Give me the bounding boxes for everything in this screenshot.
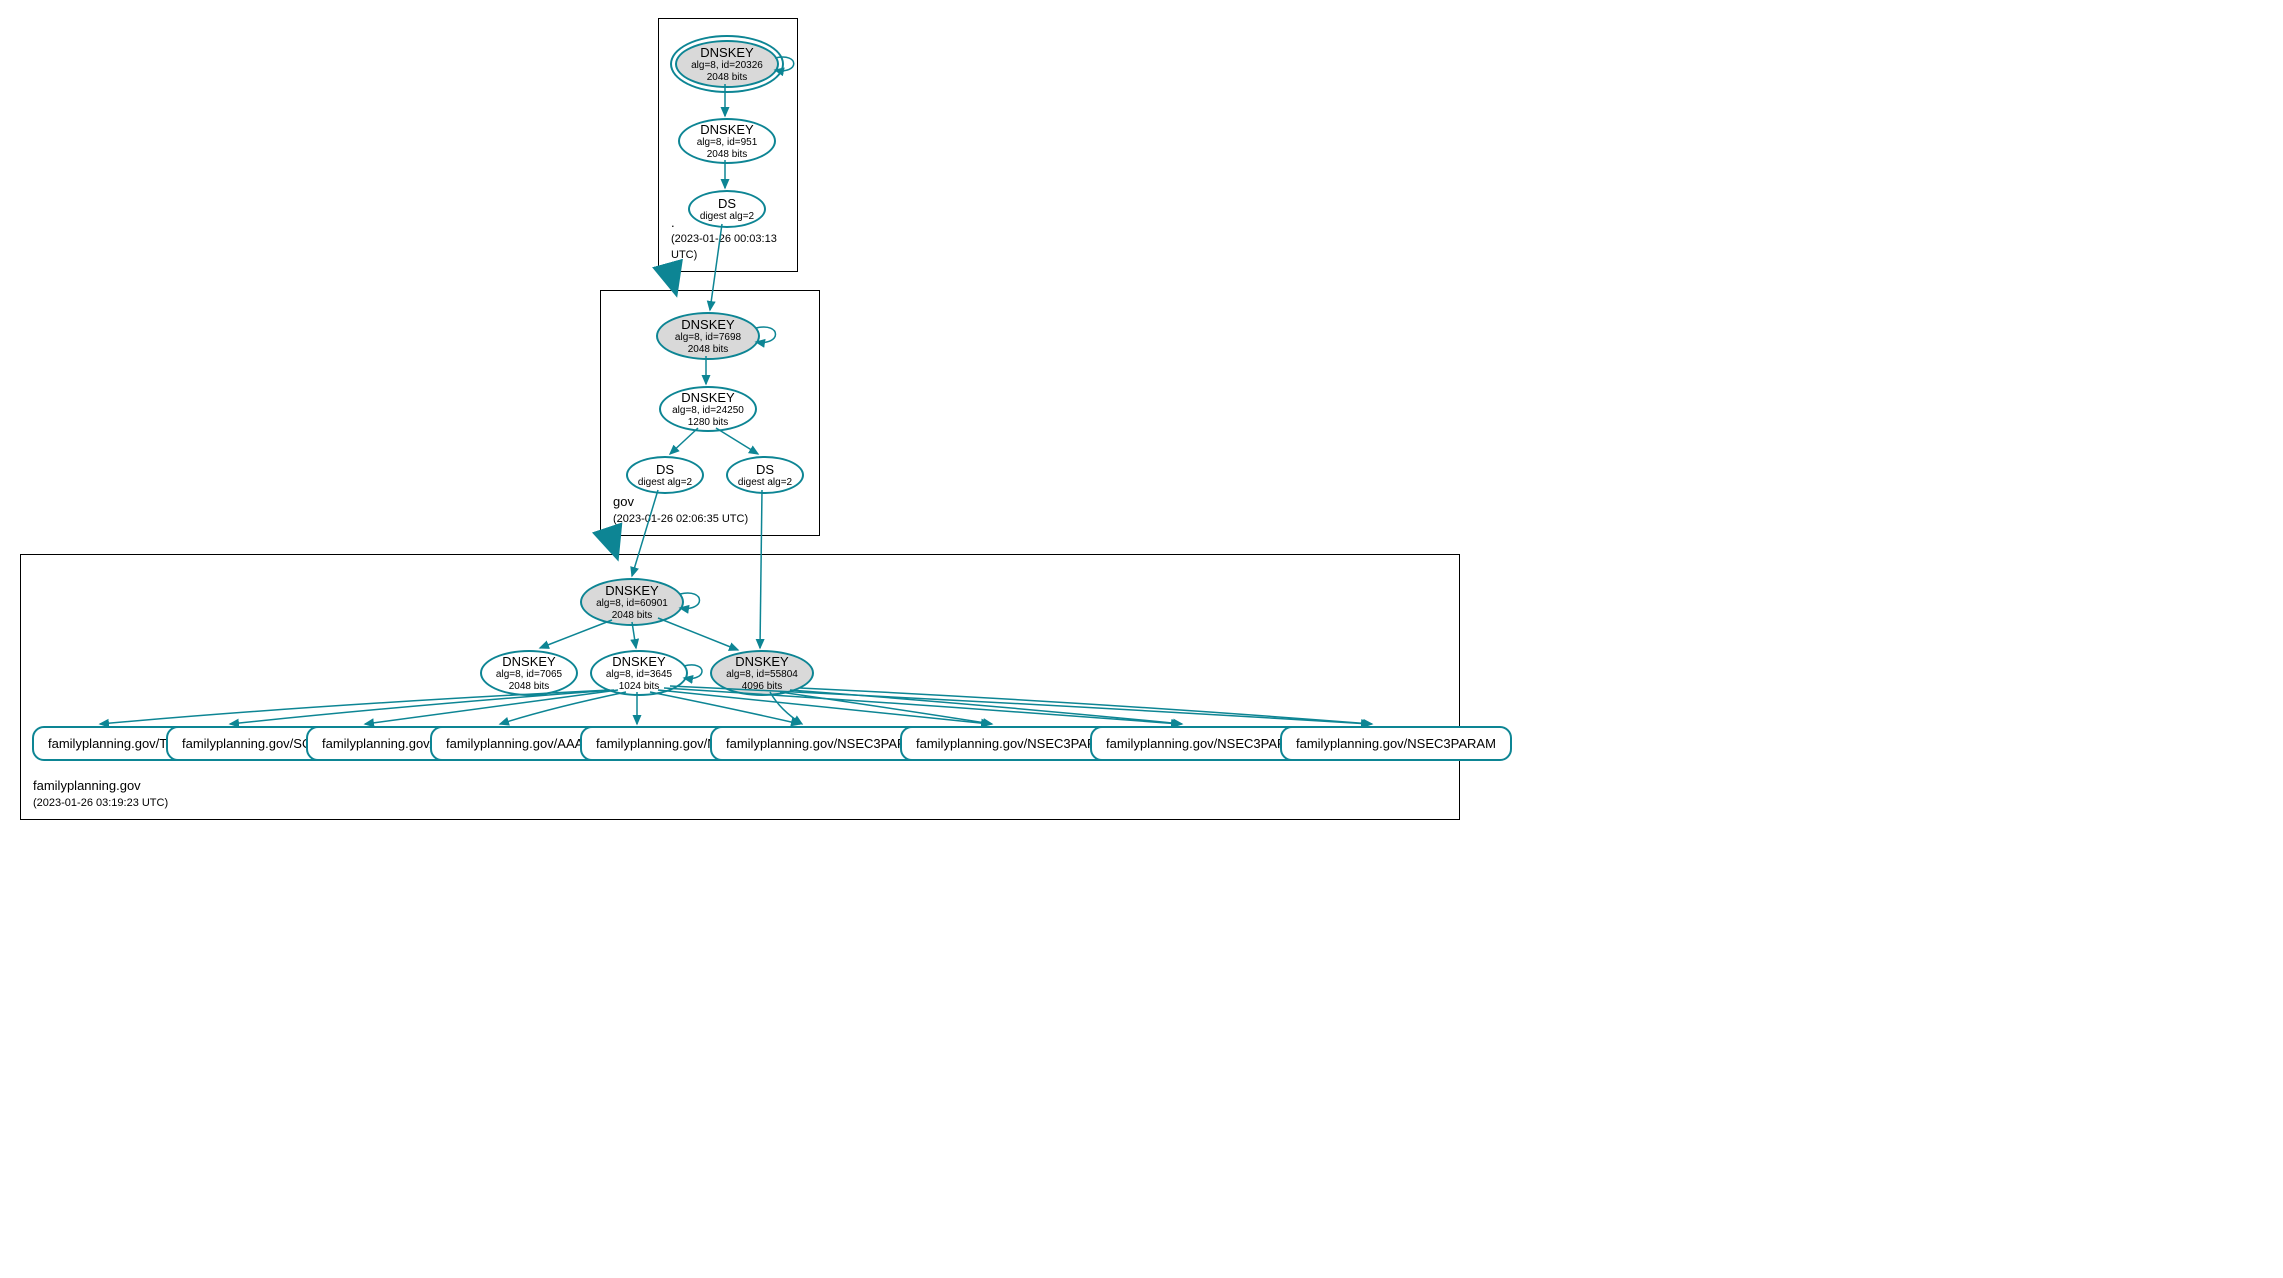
node-root-ksk-line2: 2048 bits	[707, 72, 748, 84]
node-root-ds: DS digest alg=2	[688, 190, 766, 228]
zone-gov-label: gov (2023-01-26 02:06:35 UTC)	[613, 493, 748, 527]
node-root-ds-line1: digest alg=2	[700, 211, 754, 223]
node-dom-ksk-line2: 2048 bits	[612, 610, 653, 622]
zone-gov-time: (2023-01-26 02:06:35 UTC)	[613, 512, 748, 527]
node-root-ksk-title: DNSKEY	[700, 45, 753, 60]
dnssec-diagram: . (2023-01-26 00:03:13 UTC) gov (2023-01…	[10, 10, 1470, 830]
node-dom-k3-title: DNSKEY	[735, 654, 788, 669]
rr-nsec3-label: familyplanning.gov/NSEC3PARAM	[1106, 736, 1306, 751]
node-root-zsk-line2: 2048 bits	[707, 149, 748, 161]
node-gov-zsk: DNSKEY alg=8, id=24250 1280 bits	[659, 386, 757, 432]
rr-a-label: familyplanning.gov/A	[322, 736, 442, 751]
node-rr-nsec4: familyplanning.gov/NSEC3PARAM	[1280, 726, 1512, 761]
zone-domain-time: (2023-01-26 03:19:23 UTC)	[33, 796, 168, 811]
node-root-zsk-title: DNSKEY	[700, 122, 753, 137]
rr-aaaa-label: familyplanning.gov/AAAA	[446, 736, 592, 751]
node-gov-ds1-title: DS	[656, 462, 674, 477]
node-dom-k1-line1: alg=8, id=7065	[496, 669, 562, 681]
node-dom-k2-title: DNSKEY	[612, 654, 665, 669]
node-gov-ds1-line1: digest alg=2	[638, 477, 692, 489]
rr-ns-label: familyplanning.gov/NS	[596, 736, 725, 751]
zone-root-time: (2023-01-26 00:03:13 UTC)	[671, 232, 797, 263]
node-gov-ds2-title: DS	[756, 462, 774, 477]
node-gov-ds1: DS digest alg=2	[626, 456, 704, 494]
node-root-ksk-line1: alg=8, id=20326	[691, 60, 763, 72]
node-dom-k3: DNSKEY alg=8, id=55804 4096 bits	[710, 650, 814, 696]
zone-domain-label: familyplanning.gov (2023-01-26 03:19:23 …	[33, 777, 168, 811]
node-dom-k3-line1: alg=8, id=55804	[726, 669, 798, 681]
node-dom-ksk-line1: alg=8, id=60901	[596, 598, 668, 610]
node-dom-k2-line2: 1024 bits	[619, 681, 660, 693]
node-gov-ksk-title: DNSKEY	[681, 317, 734, 332]
node-dom-ksk-title: DNSKEY	[605, 583, 658, 598]
node-root-zsk-line1: alg=8, id=951	[697, 137, 758, 149]
node-dom-k2-line1: alg=8, id=3645	[606, 669, 672, 681]
node-root-ksk: DNSKEY alg=8, id=20326 2048 bits	[675, 40, 779, 88]
node-gov-ksk-line1: alg=8, id=7698	[675, 332, 741, 344]
zone-domain-name: familyplanning.gov	[33, 777, 168, 795]
node-dom-k1-line2: 2048 bits	[509, 681, 550, 693]
node-gov-ksk: DNSKEY alg=8, id=7698 2048 bits	[656, 312, 760, 360]
node-dom-ksk: DNSKEY alg=8, id=60901 2048 bits	[580, 578, 684, 626]
node-dom-k1: DNSKEY alg=8, id=7065 2048 bits	[480, 650, 578, 696]
node-gov-ds2: DS digest alg=2	[726, 456, 804, 494]
rr-nsec1-label: familyplanning.gov/NSEC3PARAM	[726, 736, 926, 751]
node-gov-zsk-line1: alg=8, id=24250	[672, 405, 744, 417]
rr-nsec4-label: familyplanning.gov/NSEC3PARAM	[1296, 736, 1496, 751]
rr-txt-label: familyplanning.gov/TXT	[48, 736, 184, 751]
node-gov-ds2-line1: digest alg=2	[738, 477, 792, 489]
node-root-zsk: DNSKEY alg=8, id=951 2048 bits	[678, 118, 776, 164]
node-gov-zsk-line2: 1280 bits	[688, 417, 729, 429]
rr-nsec2-label: familyplanning.gov/NSEC3PARAM	[916, 736, 1116, 751]
node-root-ds-title: DS	[718, 196, 736, 211]
rr-soa-label: familyplanning.gov/SOA	[182, 736, 321, 751]
node-gov-zsk-title: DNSKEY	[681, 390, 734, 405]
node-dom-k2: DNSKEY alg=8, id=3645 1024 bits	[590, 650, 688, 696]
node-gov-ksk-line2: 2048 bits	[688, 344, 729, 356]
node-dom-k3-line2: 4096 bits	[742, 681, 783, 693]
node-dom-k1-title: DNSKEY	[502, 654, 555, 669]
zone-gov-name: gov	[613, 493, 748, 511]
